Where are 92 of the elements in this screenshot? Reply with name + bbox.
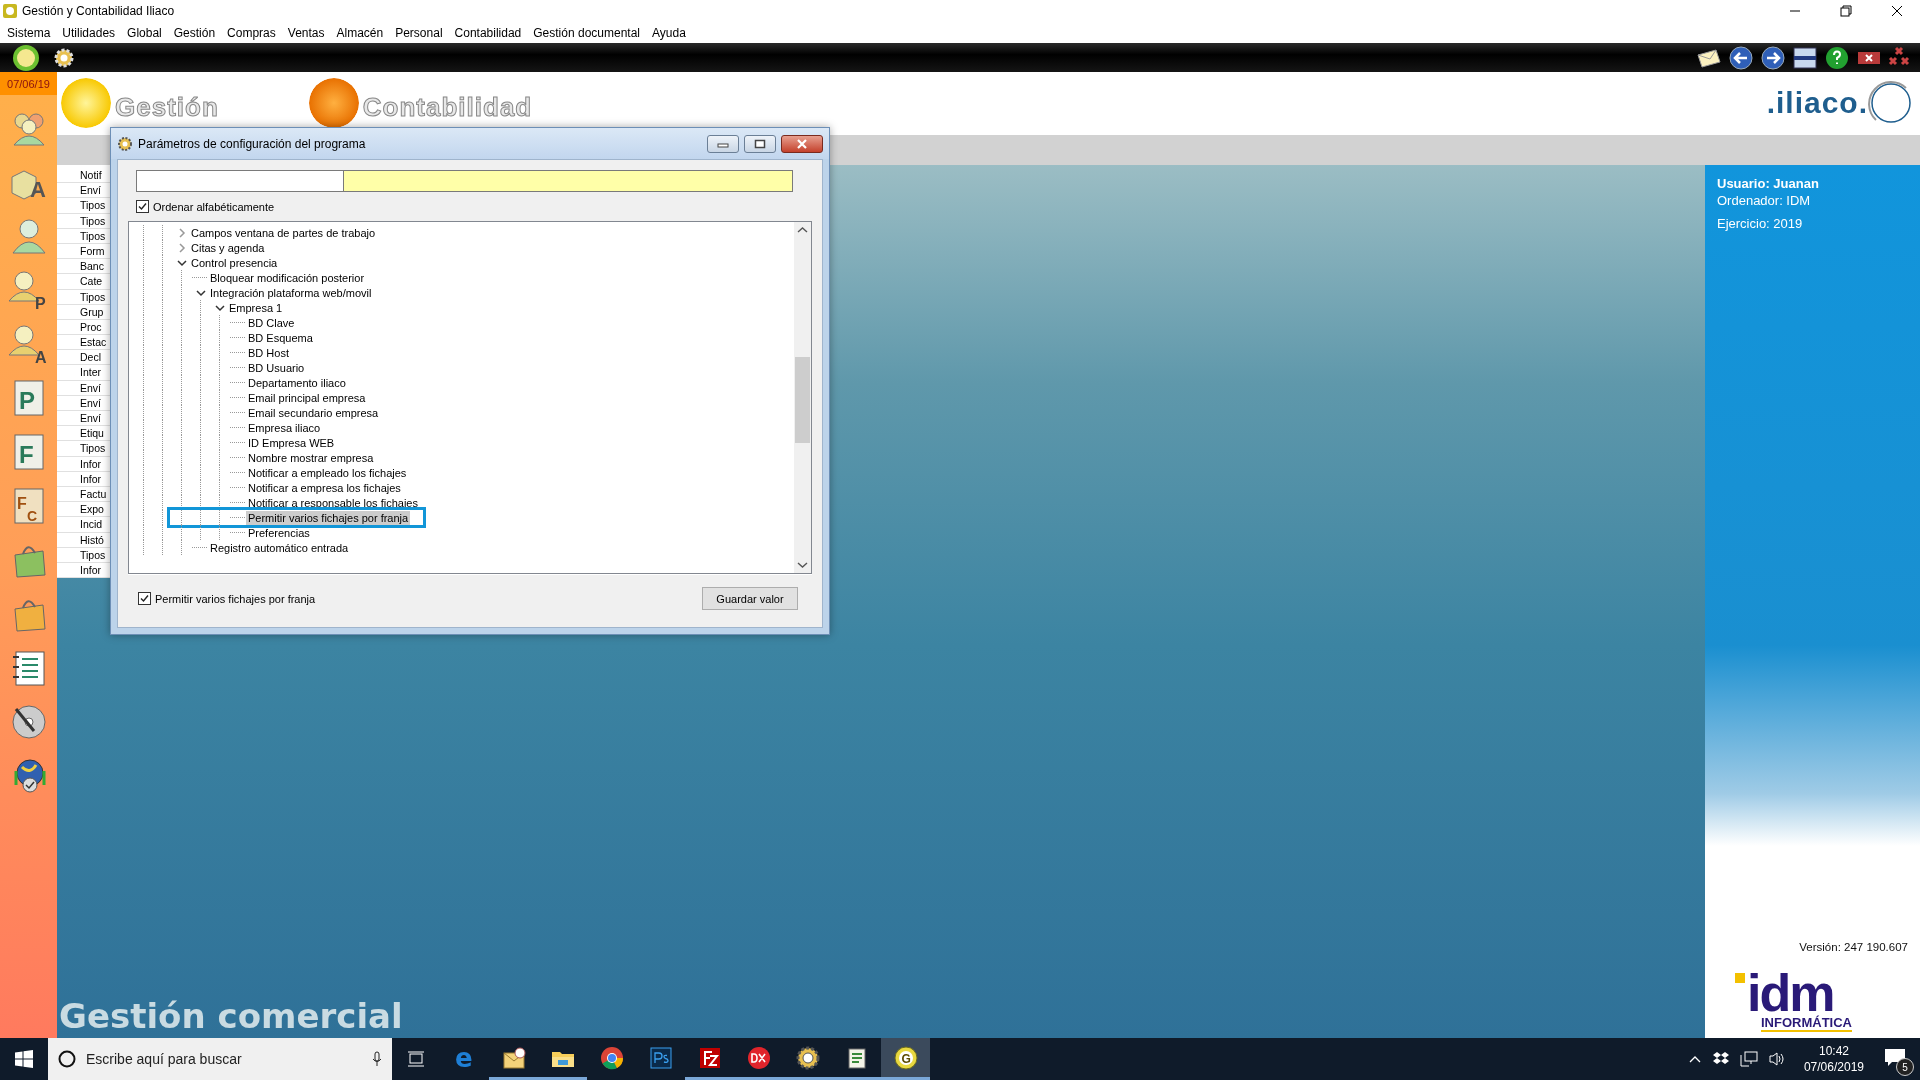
tree-item[interactable]: BD Clave <box>246 315 297 330</box>
scrollbar-thumb[interactable] <box>795 357 810 443</box>
envelope-icon[interactable] <box>1696 46 1722 69</box>
module-title: Gestión comercial <box>58 996 404 1038</box>
menu-item[interactable]: Personal <box>389 25 449 40</box>
scrollbar[interactable] <box>794 222 811 573</box>
menu-item[interactable]: Ayuda <box>646 25 692 40</box>
module-logo-text: Contabilidad <box>362 92 533 123</box>
speaker-icon[interactable] <box>1767 1051 1786 1067</box>
maximize-button[interactable] <box>744 134 776 153</box>
taskbar-search-field[interactable]: Escribe aquí para buscar <box>48 1038 392 1080</box>
version-text: Versión: 247 190.607 <box>1798 941 1909 953</box>
dialog-title: Parámetros de configuración del programa <box>138 136 367 151</box>
square-logo-icon <box>647 1044 674 1071</box>
notification-count: 5 <box>1896 1058 1914 1076</box>
clock[interactable]: 10:42 07/06/2019 <box>1795 1043 1872 1075</box>
tree-item[interactable]: ID Empresa WEB <box>246 435 337 450</box>
tree-item[interactable]: Registro automático entrada <box>208 540 351 555</box>
browser-icon: e <box>451 1044 478 1071</box>
computer-name: Ordenador: IDM <box>1717 192 1812 209</box>
restore-icon[interactable] <box>1840 5 1852 17</box>
tree-item[interactable]: Citas y agenda <box>189 240 267 255</box>
taskbar-app-button[interactable]: e <box>440 1038 489 1080</box>
help-icon[interactable] <box>1824 45 1850 70</box>
menu-item[interactable]: Utilidades <box>56 25 122 40</box>
tree-item[interactable]: Notificar a responsable los fichajes <box>246 495 420 510</box>
tree-item[interactable]: Nombre mostrar empresa <box>246 450 376 465</box>
window-icon[interactable] <box>1792 45 1818 70</box>
microphone-icon[interactable] <box>372 1051 382 1067</box>
company-logo-text: idm <box>1747 971 1834 1015</box>
tree-item[interactable]: BD Esquema <box>246 330 315 345</box>
tree-item[interactable]: Campos ventana de partes de trabajo <box>189 225 378 240</box>
gear-icon <box>117 135 133 152</box>
tree-item[interactable]: Notificar a empleado los fichajes <box>246 465 409 480</box>
tree-item[interactable]: Control presencia <box>189 255 280 270</box>
windows-logo-icon <box>15 1050 33 1068</box>
circle-icon <box>58 1050 76 1068</box>
checkbox[interactable] <box>136 200 149 213</box>
module-logo-text: Gestión <box>115 92 219 123</box>
company-logo-subtitle: INFORMÁTICA <box>1761 1015 1852 1032</box>
network-icon[interactable] <box>1739 1051 1758 1067</box>
app-logo-icon <box>3 4 17 18</box>
tree-item[interactable]: Bloquear modificación posterior <box>208 270 367 285</box>
box-cluster-icon[interactable] <box>1711 1051 1730 1067</box>
tree-item[interactable]: Permitir varios fichajes por franja <box>246 510 411 525</box>
tree-item[interactable]: Email principal empresa <box>246 390 368 405</box>
maximize-icon <box>754 138 766 149</box>
save-value-button[interactable]: Guardar valor <box>702 587 798 610</box>
menu-item[interactable]: Gestión documental <box>527 25 646 40</box>
checkbox-label: Permitir varios fichajes por franja <box>155 592 316 605</box>
sun-logo-icon <box>308 78 359 128</box>
menu-item[interactable]: Sistema <box>1 25 57 40</box>
collapse-chevron-icon[interactable] <box>212 302 226 313</box>
menu-item[interactable]: Gestión <box>167 25 222 40</box>
collapse-chevron-icon[interactable] <box>174 257 188 268</box>
collapse-chevron-icon[interactable] <box>193 287 207 298</box>
tree-item[interactable]: Integración plataforma web/movil <box>208 285 374 300</box>
round-logo-icon <box>598 1044 625 1071</box>
checkbox[interactable] <box>138 592 151 605</box>
tree-item[interactable]: Notificar a empresa los fichajes <box>246 480 403 495</box>
task-view-icon <box>407 1050 425 1068</box>
minimize-button[interactable] <box>707 134 739 153</box>
date-badge: 07/06/19 <box>0 72 57 95</box>
tree-item[interactable]: Email secundario empresa <box>246 405 381 420</box>
tree-item[interactable]: BD Usuario <box>246 360 307 375</box>
gear-icon <box>794 1044 821 1071</box>
window-title: Gestión y Contabilidad Iliaco <box>22 4 175 18</box>
menu-item[interactable]: Ventas <box>281 25 331 40</box>
sun-logo-icon <box>61 78 111 128</box>
tree-item[interactable]: Preferencias <box>246 525 312 540</box>
fiscal-year: Ejercicio: 2019 <box>1717 215 1804 232</box>
notification-button[interactable]: 5 <box>1882 1044 1912 1074</box>
close-icon <box>796 138 808 149</box>
checkbox-label: Ordenar alfabéticamente <box>153 200 275 213</box>
round-logo-icon: G <box>892 1044 919 1071</box>
brand-logo-text: .iliaco. <box>1766 86 1868 120</box>
menu-item[interactable]: Global <box>121 25 168 40</box>
tree-item[interactable]: BD Host <box>246 345 291 360</box>
chevron-up-icon[interactable] <box>1687 1054 1702 1064</box>
menu-item[interactable]: Almacén <box>330 25 390 40</box>
close-icon[interactable] <box>1891 5 1903 17</box>
tree-item[interactable]: Departamento iliaco <box>246 375 348 390</box>
menu-item[interactable]: Compras <box>221 25 282 40</box>
close-button[interactable] <box>781 134 823 153</box>
round-logo-icon <box>745 1044 772 1071</box>
menu-item[interactable]: Contabilidad <box>448 25 528 40</box>
tree-item[interactable]: Empresa iliaco <box>246 420 323 435</box>
taskbar-app-button[interactable]: G <box>881 1038 930 1080</box>
envelope-clock-icon <box>500 1044 527 1071</box>
user-name: Usuario: Juanan <box>1717 175 1820 192</box>
tree-item[interactable]: Empresa 1 <box>227 300 285 315</box>
ring-logo-icon <box>1868 80 1914 126</box>
